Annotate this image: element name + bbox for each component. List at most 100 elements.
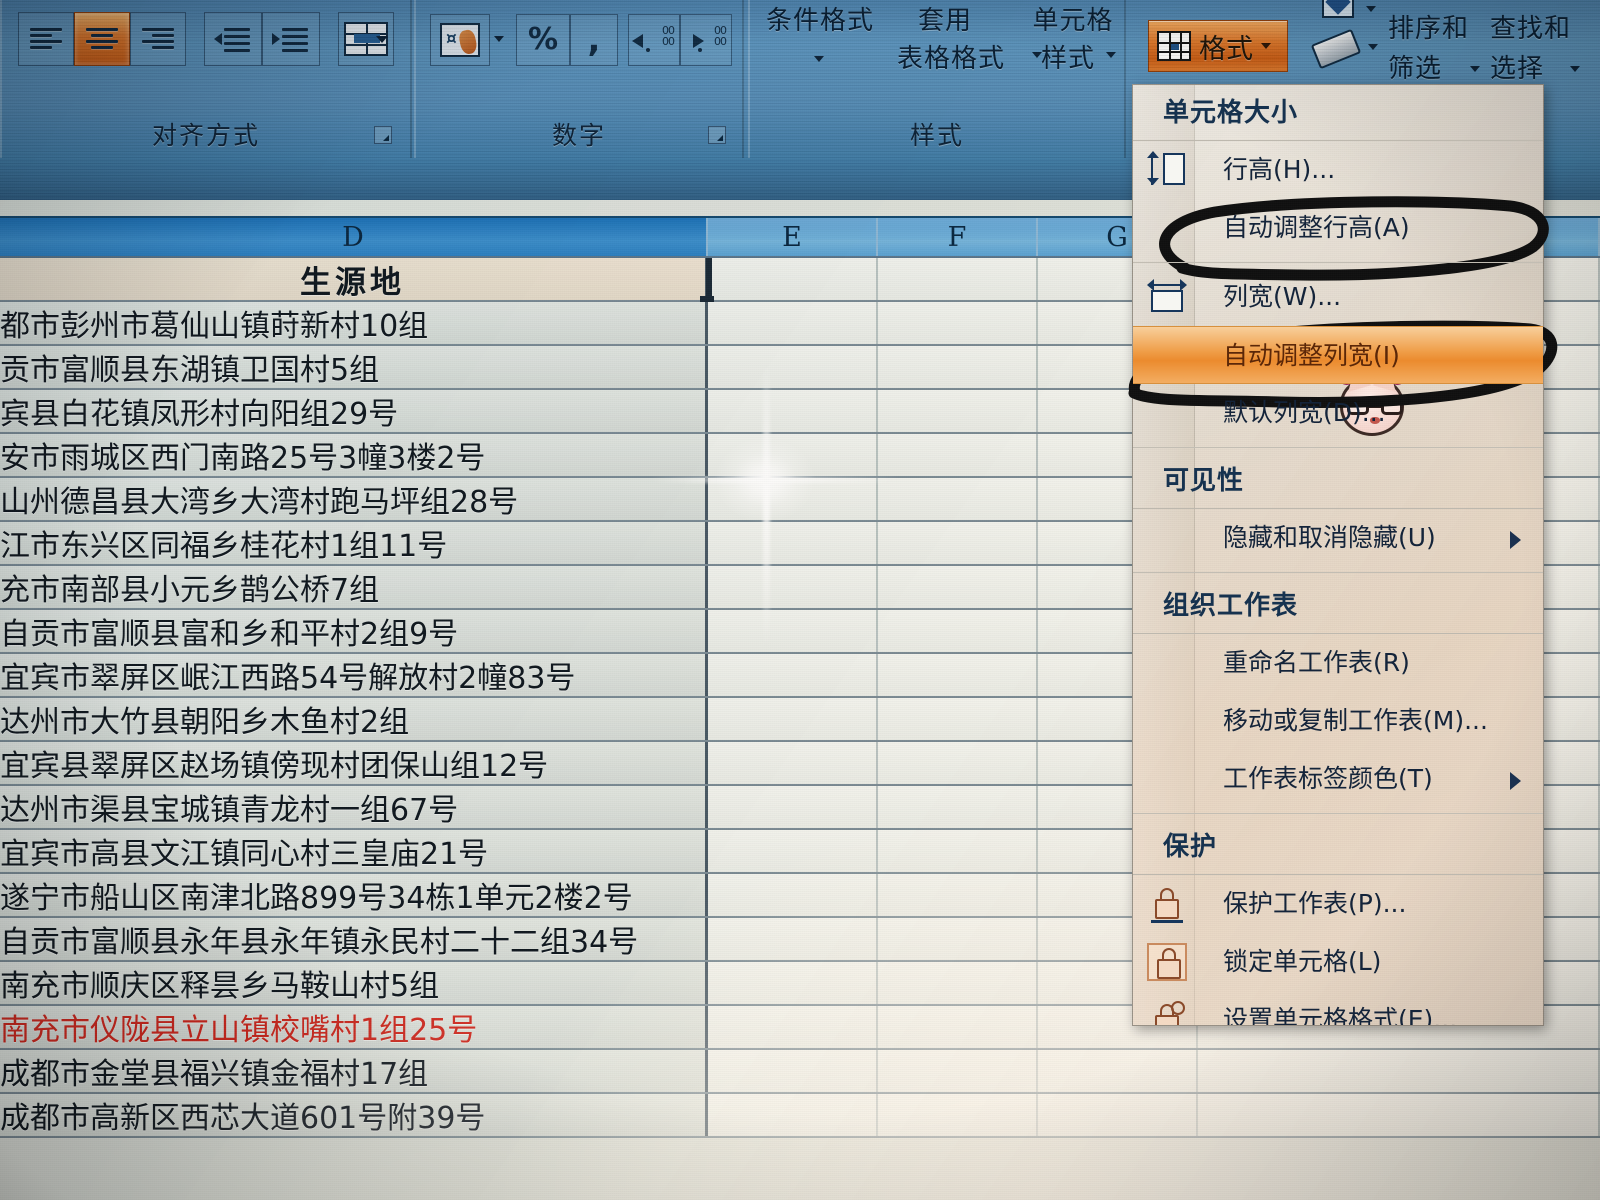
cell-d13[interactable]: 达州市渠县宝城镇青龙村一组67号: [0, 786, 708, 828]
conditional-formatting-chevron-down-icon[interactable]: [814, 56, 824, 62]
find-select-chevron-down-icon[interactable]: [1570, 66, 1580, 72]
cell-d11[interactable]: 达州市大竹县朝阳乡木鱼村2组: [0, 698, 708, 740]
cell-d6[interactable]: 山州德昌县大湾乡大湾村跑马坪组28号: [0, 478, 708, 520]
decrease-indent-button[interactable]: [204, 12, 262, 66]
cell-f6[interactable]: [878, 478, 1038, 520]
cell-e10[interactable]: [708, 654, 878, 696]
cell-e16[interactable]: [708, 918, 878, 960]
cell-f13[interactable]: [878, 786, 1038, 828]
cell-e15[interactable]: [708, 874, 878, 916]
cell-f12[interactable]: [878, 742, 1038, 784]
cell-f10[interactable]: [878, 654, 1038, 696]
align-right-button[interactable]: [130, 12, 186, 66]
cell-g19[interactable]: [1038, 1050, 1198, 1092]
cell-e3[interactable]: [708, 346, 878, 388]
sort-filter-chevron-down-icon[interactable]: [1470, 66, 1480, 72]
cell-f19[interactable]: [878, 1050, 1038, 1092]
cell-d1[interactable]: 生源地: [0, 258, 708, 300]
menu-item-3-2[interactable]: 移动或复制工作表(M)...: [1133, 692, 1543, 750]
cell-e18[interactable]: [708, 1006, 878, 1048]
menu-item-4-1[interactable]: 保护工作表(P)...: [1133, 875, 1543, 933]
cell-d15[interactable]: 遂宁市船山区南津北路899号34栋1单元2楼2号: [0, 874, 708, 916]
cell-d19[interactable]: 成都市金堂县福兴镇金福村17组: [0, 1050, 708, 1092]
column-header-f[interactable]: F: [878, 218, 1038, 256]
find-select-button[interactable]: 选择: [1490, 52, 1600, 86]
cell-e2[interactable]: [708, 302, 878, 344]
cell-f16[interactable]: [878, 918, 1038, 960]
cell-f4[interactable]: [878, 390, 1038, 432]
menu-item-3-3[interactable]: 工作表标签颜色(T): [1133, 750, 1543, 808]
number-dialog-launcher[interactable]: [708, 126, 726, 144]
column-header-e[interactable]: E: [708, 218, 878, 256]
cell-f7[interactable]: [878, 522, 1038, 564]
increase-decimal-button[interactable]: 00 00: [628, 14, 680, 66]
cell-d14[interactable]: 宜宾市高县文江镇同心村三皇庙21号: [0, 830, 708, 872]
cell-f14[interactable]: [878, 830, 1038, 872]
cell-d5[interactable]: 安市雨城区西门南路25号3幢3楼2号: [0, 434, 708, 476]
align-left-button[interactable]: [18, 12, 74, 66]
decrease-decimal-button[interactable]: 00 00: [680, 14, 732, 66]
cell-f20[interactable]: [878, 1094, 1038, 1136]
merge-chevron-down-icon[interactable]: [376, 36, 388, 43]
format-as-table-button[interactable]: 表格格式: [876, 42, 1026, 76]
cell-f9[interactable]: [878, 610, 1038, 652]
cell-f15[interactable]: [878, 874, 1038, 916]
cell-f18[interactable]: [878, 1006, 1038, 1048]
cell-d8[interactable]: 充市南部县小元乡鹊公桥7组: [0, 566, 708, 608]
cell-f2[interactable]: [878, 302, 1038, 344]
menu-item-1-4[interactable]: 自动调整列宽(I): [1133, 326, 1543, 384]
table-row[interactable]: 成都市高新区西芯大道601号附39号: [0, 1094, 1600, 1138]
cell-e17[interactable]: [708, 962, 878, 1004]
menu-item-2-1[interactable]: 隐藏和取消隐藏(U): [1133, 509, 1543, 567]
accounting-chevron-down-icon[interactable]: [494, 36, 504, 42]
comma-style-button[interactable]: ,: [570, 14, 618, 66]
cell-f5[interactable]: [878, 434, 1038, 476]
cell-d10[interactable]: 宜宾市翠屏区岷江西路54号解放村2幢83号: [0, 654, 708, 696]
cell-e8[interactable]: [708, 566, 878, 608]
increase-indent-button[interactable]: [262, 12, 320, 66]
cell-d3[interactable]: 贡市富顺县东湖镇卫国村5组: [0, 346, 708, 388]
cell-h19[interactable]: [1198, 1050, 1600, 1092]
cell-e5[interactable]: [708, 434, 878, 476]
cell-styles-button[interactable]: 样式: [1028, 42, 1108, 76]
table-row[interactable]: 成都市金堂县福兴镇金福村17组: [0, 1050, 1600, 1094]
cell-h20[interactable]: [1198, 1094, 1600, 1136]
clear-chevron-down-icon[interactable]: [1368, 44, 1378, 50]
menu-item-3-1[interactable]: 重命名工作表(R): [1133, 634, 1543, 692]
accounting-format-button[interactable]: ¤: [430, 14, 490, 66]
cell-d7[interactable]: 江市东兴区同福乡桂花村1组11号: [0, 522, 708, 564]
cell-styles-chevron-down-icon[interactable]: [1106, 52, 1116, 58]
menu-item-1-3[interactable]: 列宽(W)...: [1133, 268, 1543, 326]
menu-item-4-2[interactable]: 锁定单元格(L): [1133, 933, 1543, 991]
autosum-diamond-icon[interactable]: [1322, 0, 1354, 18]
menu-item-1-1[interactable]: 行高(H)...: [1133, 141, 1543, 199]
cell-e11[interactable]: [708, 698, 878, 740]
format-button[interactable]: 格式: [1148, 20, 1288, 72]
cell-f8[interactable]: [878, 566, 1038, 608]
menu-item-1-5[interactable]: 默认列宽(D)...: [1133, 384, 1543, 442]
eraser-clear-icon[interactable]: [1310, 28, 1362, 70]
percent-style-button[interactable]: %: [516, 14, 570, 66]
cell-g20[interactable]: [1038, 1094, 1198, 1136]
format-dropdown-menu[interactable]: 单元格大小 行高(H)... 自动调整行高(A) 列宽(W)... 自动调整列宽(I) 默…: [1132, 84, 1544, 1026]
cell-f11[interactable]: [878, 698, 1038, 740]
autosum-chevron-down-icon[interactable]: [1366, 6, 1376, 12]
alignment-dialog-launcher[interactable]: [374, 126, 392, 144]
cell-d12[interactable]: 宜宾县翠屏区赵场镇傍现村团保山组12号: [0, 742, 708, 784]
menu-item-1-2[interactable]: 自动调整行高(A): [1133, 199, 1543, 257]
cell-d20[interactable]: 成都市高新区西芯大道601号附39号: [0, 1094, 708, 1136]
cell-d9[interactable]: 自贡市富顺县富和乡和平村2组9号: [0, 610, 708, 652]
cell-d18[interactable]: 南充市仪陇县立山镇校嘴村1组25号: [0, 1006, 708, 1048]
cell-e20[interactable]: [708, 1094, 878, 1136]
cell-e4[interactable]: [708, 390, 878, 432]
cell-d16[interactable]: 自贡市富顺县永年县永年镇永民村二十二组34号: [0, 918, 708, 960]
cell-d17[interactable]: 南充市顺庆区释昙乡马鞍山村5组: [0, 962, 708, 1004]
cell-e12[interactable]: [708, 742, 878, 784]
cell-f17[interactable]: [878, 962, 1038, 1004]
cell-e7[interactable]: [708, 522, 878, 564]
cell-f3[interactable]: [878, 346, 1038, 388]
cell-e6[interactable]: [708, 478, 878, 520]
cell-f1[interactable]: [878, 258, 1038, 300]
cell-d4[interactable]: 宾县白花镇凤形村向阳组29号: [0, 390, 708, 432]
cell-e14[interactable]: [708, 830, 878, 872]
